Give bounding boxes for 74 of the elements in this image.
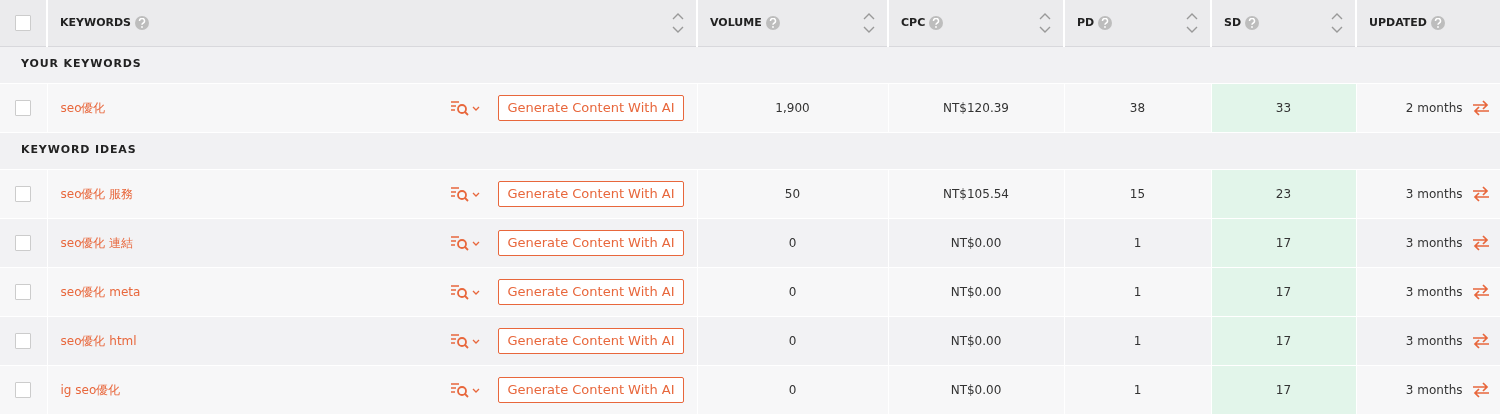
keyword-link[interactable]: seo優化 服務 (60, 184, 134, 203)
column-header[interactable]: VOLUME (710, 14, 762, 31)
cpc-cell: NT$105.54 (943, 186, 1009, 201)
updated-text: 3 months (1405, 234, 1463, 252)
volume-cell: 0 (788, 333, 797, 348)
refresh-icon[interactable] (1470, 184, 1491, 203)
sort-icon[interactable] (1331, 11, 1343, 34)
keyword-link[interactable]: seo優化 連結 (60, 233, 134, 252)
sort-icon[interactable] (1039, 11, 1051, 34)
sd-cell: 17 (1275, 333, 1292, 348)
checkbox[interactable] (15, 186, 32, 202)
column-header[interactable]: CPC (901, 14, 926, 31)
pd-cell: 38 (1129, 100, 1146, 115)
section-title: KEYWORD IDEAS (21, 143, 137, 157)
generate-button[interactable]: Generate Content With AI (498, 229, 684, 256)
cpc-cell: NT$0.00 (950, 235, 1002, 250)
updated-text: 3 months (1405, 185, 1463, 203)
pd-cell: 1 (1133, 333, 1142, 348)
checkbox[interactable] (15, 382, 32, 398)
generate-button[interactable]: Generate Content With AI (498, 327, 684, 354)
sd-cell: 17 (1275, 382, 1292, 397)
volume-cell: 0 (788, 382, 797, 397)
column-header[interactable]: SD (1224, 14, 1242, 31)
volume-cell: 50 (784, 186, 801, 201)
volume-cell: 0 (788, 284, 797, 299)
cpc-cell: NT$120.39 (943, 100, 1009, 115)
refresh-icon[interactable] (1470, 98, 1491, 117)
help-icon (135, 15, 149, 30)
help-icon (1245, 15, 1260, 30)
sort-icon[interactable] (863, 11, 875, 34)
section-title: YOUR KEYWORDS (21, 57, 142, 71)
checkbox[interactable] (15, 333, 32, 349)
sd-cell: 17 (1275, 284, 1292, 299)
sort-icon[interactable] (672, 11, 684, 34)
sd-cell: 33 (1275, 100, 1292, 115)
help-icon (1430, 15, 1445, 30)
keyword-link[interactable]: seo優化 meta (60, 282, 141, 301)
checkbox[interactable] (15, 100, 32, 116)
keyword-link[interactable]: seo優化 (60, 98, 106, 117)
pd-cell: 1 (1133, 235, 1142, 250)
cpc-cell: NT$0.00 (950, 382, 1002, 397)
volume-cell: 0 (788, 235, 797, 250)
checkbox[interactable] (15, 235, 32, 251)
help-icon (929, 15, 944, 30)
refresh-icon[interactable] (1470, 380, 1491, 399)
checkbox[interactable] (15, 14, 31, 31)
generate-button[interactable]: Generate Content With AI (498, 278, 684, 305)
cpc-cell: NT$0.00 (950, 333, 1002, 348)
sd-cell: 23 (1275, 186, 1292, 201)
generate-button[interactable]: Generate Content With AI (498, 376, 684, 403)
column-header[interactable]: PD (1077, 14, 1095, 31)
sort-icon[interactable] (1186, 11, 1198, 34)
volume-cell: 1,900 (775, 100, 810, 115)
generate-button[interactable]: Generate Content With AI (498, 180, 684, 207)
pd-cell: 1 (1133, 382, 1142, 397)
keyword-link[interactable]: ig seo優化 (60, 380, 121, 399)
refresh-icon[interactable] (1470, 282, 1491, 301)
sd-cell: 17 (1275, 235, 1292, 250)
updated-text: 2 months (1405, 99, 1463, 117)
updated-text: 3 months (1405, 332, 1463, 350)
keyword-link[interactable]: seo優化 html (60, 331, 137, 350)
updated-text: 3 months (1405, 283, 1463, 301)
help-icon (1098, 15, 1113, 30)
pd-cell: 1 (1133, 284, 1142, 299)
cpc-cell: NT$0.00 (950, 284, 1002, 299)
help-icon (765, 15, 780, 30)
checkbox[interactable] (15, 284, 32, 300)
pd-cell: 15 (1129, 186, 1146, 201)
updated-text: 3 months (1405, 381, 1463, 399)
column-header[interactable]: UPDATED (1369, 14, 1427, 31)
column-header[interactable]: KEYWORDS (60, 14, 131, 31)
refresh-icon[interactable] (1470, 233, 1491, 252)
refresh-icon[interactable] (1470, 331, 1491, 350)
generate-button[interactable]: Generate Content With AI (498, 94, 684, 121)
